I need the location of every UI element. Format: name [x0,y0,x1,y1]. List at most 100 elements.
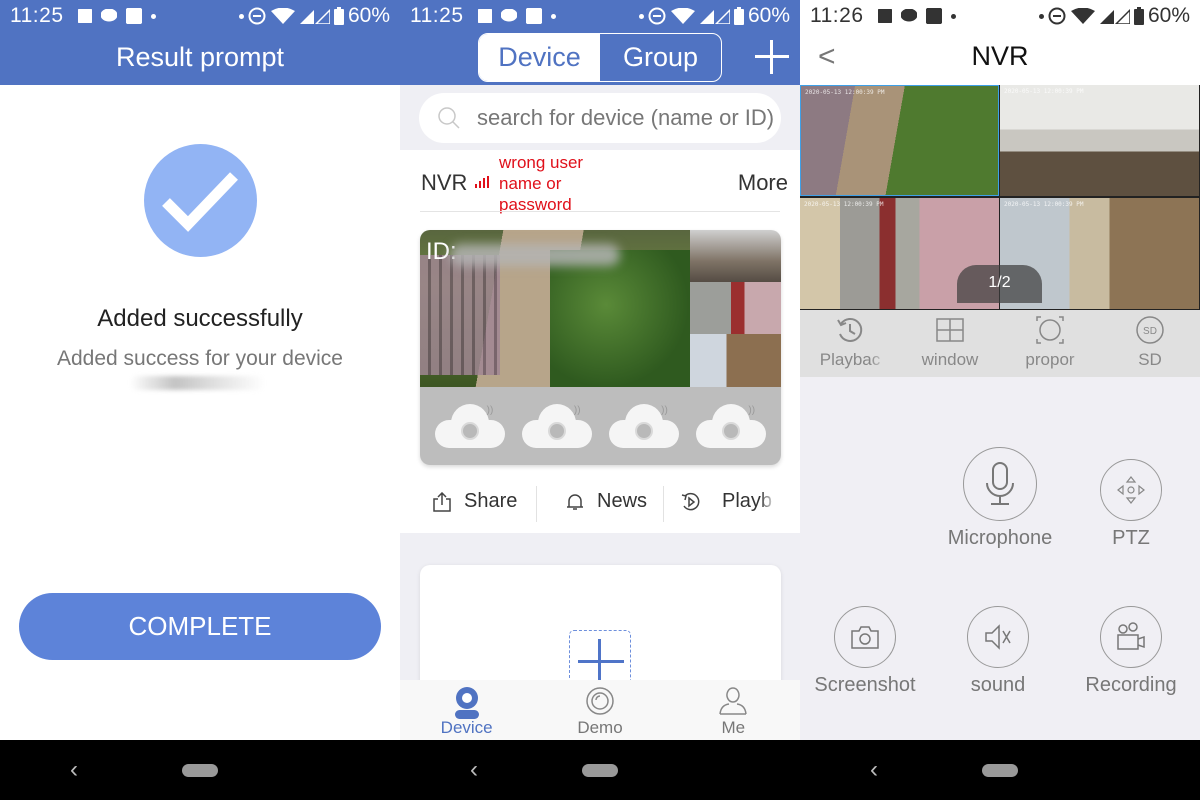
tab-label: Me [721,718,746,737]
tab-group[interactable]: Group [600,34,721,81]
timestamp-overlay: 2020-05-13 12:00:39 PM [1004,201,1084,208]
playback-button[interactable]: Playb [680,490,772,513]
tab-label: Device [440,718,493,737]
dnd-icon [648,7,666,25]
video-camera-icon [1117,622,1145,650]
share-button[interactable]: Share [432,490,517,513]
device-name: NVR [421,170,468,195]
result-prompt-screen: 11:25 60% Result prompt Added successful… [0,0,400,800]
chat-app-icon [525,8,542,24]
speaker-mute-icon [985,624,1011,650]
nav-home-pill[interactable] [182,764,218,777]
success-submessage: Added success for your device [57,347,343,370]
nav-home-pill[interactable] [582,764,618,777]
ptz-button[interactable]: PTZ [1090,459,1172,550]
tab-device-nav[interactable]: Device [400,680,533,740]
dnd-icon [248,7,266,25]
live-channel-2[interactable]: 2020-05-13 12:00:39 PM [1000,85,1199,196]
signal-icon [1099,8,1130,24]
timestamp-overlay: 2020-05-13 12:00:39 PM [1004,88,1084,95]
device-actions: Share News Playb [400,482,800,526]
search-input[interactable] [477,105,777,131]
battery-percent: 60% [347,4,390,27]
playback-tool[interactable]: Playbac [800,310,900,377]
divider [420,211,780,212]
nav-back-icon[interactable]: ‹ [870,756,878,784]
lens-icon [586,687,614,715]
battery-percent: 60% [747,4,790,27]
search-icon [438,107,460,129]
control-label: PTZ [1112,527,1150,549]
recording-button[interactable]: Recording [1078,606,1184,697]
tab-me-nav[interactable]: Me [667,680,800,740]
page-indicator: 1/2 [957,265,1042,303]
camera-preview-thumb [690,334,781,387]
device-preview[interactable]: ID: )) )) )) )) [420,230,781,465]
battery-icon [733,7,744,25]
share-label: Share [464,490,518,512]
tool-label: Playbac [819,350,881,369]
timestamp-overlay: 2020-05-13 12:00:39 PM [805,89,885,96]
live-channel-1[interactable]: 2020-05-13 12:00:39 PM [800,85,999,196]
tab-label: Demo [577,718,623,737]
status-bar: 11:25 60% [400,0,800,32]
gallery-icon [477,9,492,23]
camera-icon [454,687,479,719]
wifi-icon [1070,8,1095,24]
nav-back-icon[interactable]: ‹ [70,756,78,784]
redacted-device-id [450,244,620,266]
proportion-tool[interactable]: propor [1000,310,1100,377]
device-group-toggle: Device Group [478,33,722,82]
divider [663,486,664,522]
screenshot-button[interactable]: Screenshot [805,606,925,697]
redacted-device-id [130,376,265,390]
search-bar[interactable] [419,93,781,143]
microphone-button[interactable]: Microphone [938,447,1062,550]
sound-button[interactable]: sound [948,606,1048,697]
line-app-icon [500,9,517,22]
control-label: Recording [1085,674,1177,696]
sd-icon: SD [1136,316,1164,344]
more-button[interactable]: More [738,170,788,196]
status-time: 11:25 [10,4,64,27]
person-icon [719,687,748,715]
notification-dot [950,13,956,19]
cloud-camera-icon: )) [696,402,767,450]
control-label: sound [970,674,1026,696]
camera-preview-thumb [690,282,781,334]
cloud-channel-row: )) )) )) )) [420,387,781,465]
timestamp-overlay: 2020-05-13 12:00:39 PM [804,201,884,208]
grid-icon [936,318,964,342]
signal-icon [299,8,330,24]
news-label: News [597,490,648,512]
tab-device[interactable]: Device [479,34,600,81]
tool-label: window [921,350,979,369]
share-icon [433,491,451,512]
control-label: Screenshot [814,674,916,696]
signal-strength-icon [475,176,489,188]
window-tool[interactable]: window [900,310,1000,377]
notification-dot [1038,13,1044,19]
gallery-icon [77,9,92,23]
gallery-icon [877,9,892,23]
playback-icon [681,492,700,510]
ptz-icon [1117,476,1145,504]
news-button[interactable]: News [565,490,647,513]
status-bar: 11:26 60% [800,0,1200,32]
nav-home-pill[interactable] [982,764,1018,777]
page-title: Result prompt [115,42,285,72]
svg-text:SD: SD [1143,326,1157,337]
control-label: Microphone [947,527,1053,549]
bell-icon [567,493,583,510]
complete-button[interactable]: COMPLETE [19,593,381,660]
device-card: NVR wrong user name or password More ID:… [400,150,800,533]
history-icon [837,317,863,342]
nav-back-icon[interactable]: ‹ [470,756,478,784]
camera-icon [851,626,879,649]
tab-demo-nav[interactable]: Demo [533,680,666,740]
add-device-button[interactable] [755,40,789,74]
sd-tool[interactable]: SD SD [1100,310,1200,377]
camera-preview-thumb [690,230,781,282]
chat-app-icon [925,8,942,24]
live-view-grid: 2020-05-13 12:00:39 PM 2020-05-13 12:00:… [800,85,1200,310]
